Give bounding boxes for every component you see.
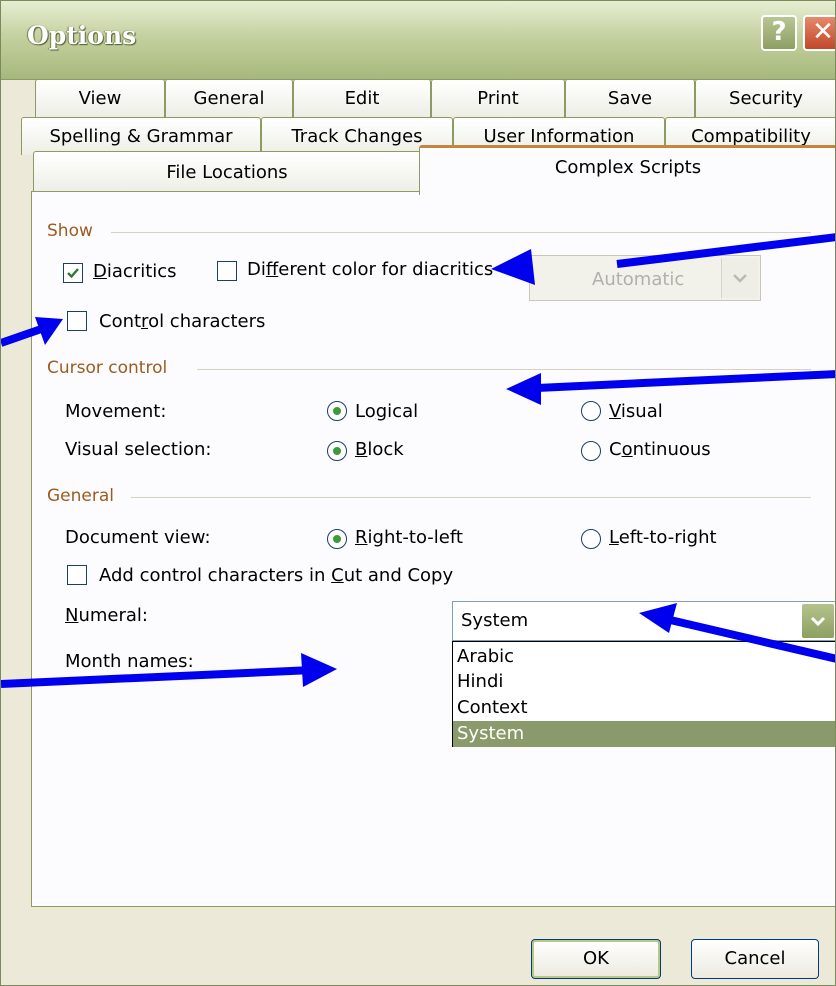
arrowhead-combo <box>491 249 535 285</box>
arrowhead-month <box>301 653 337 687</box>
arrowhead-cursor <box>506 373 541 405</box>
annotation-arrow-cursor <box>536 370 835 392</box>
tab-complex-scripts[interactable]: Complex Scripts <box>419 145 835 195</box>
options-dialog: Options ? ✕ View General Edit Print Save… <box>0 0 836 986</box>
annotation-arrow-numeral <box>665 615 835 663</box>
arrowhead-numeral <box>639 603 677 633</box>
annotation-arrow-month <box>1 666 314 688</box>
annotation-arrow-combo <box>616 233 835 268</box>
